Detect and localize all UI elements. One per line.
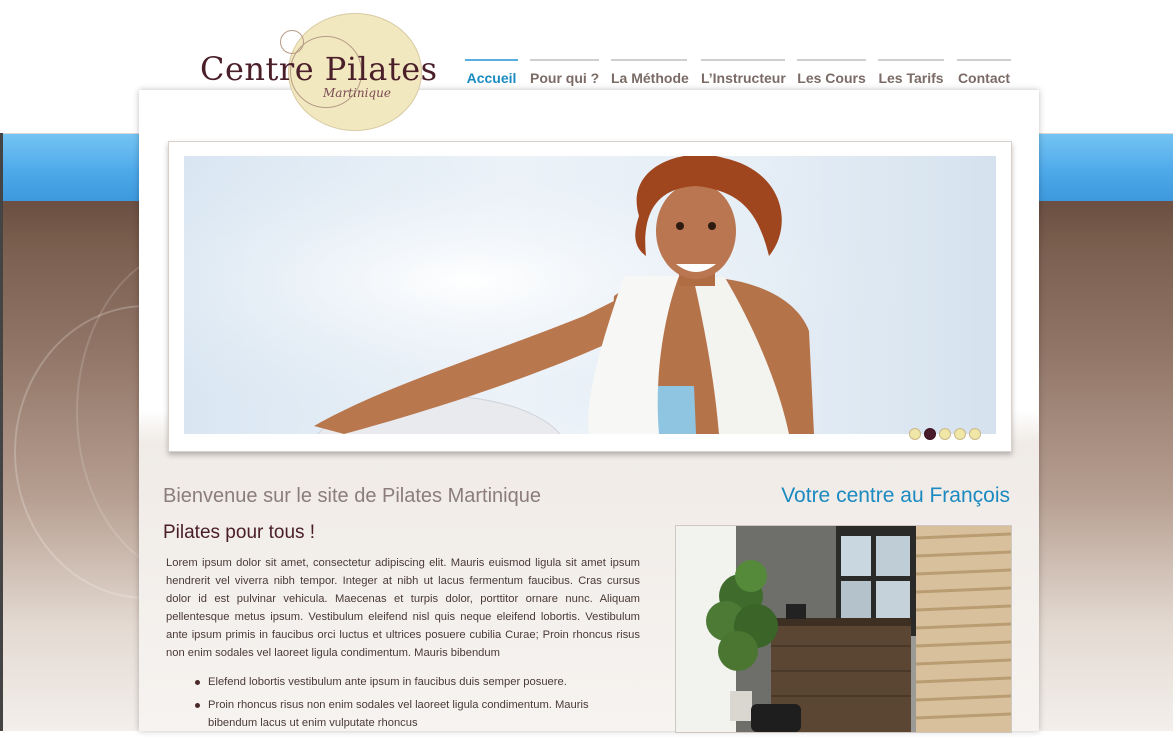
page-title: Bienvenue sur le site de Pilates Martini… <box>163 485 541 507</box>
slider-dot-active[interactable] <box>924 428 936 440</box>
nav-item-instructeur[interactable]: L’Instructeur <box>701 59 786 93</box>
logo-title: Centre Pilates <box>200 50 438 88</box>
studio-photo[interactable] <box>675 525 1012 733</box>
slider-dot[interactable] <box>939 428 951 440</box>
woman-with-towel-illustration <box>184 156 996 434</box>
logo-subtitle: Martinique <box>323 86 391 100</box>
feature-list: Elefend lobortis vestibulum ante ipsum i… <box>195 673 635 737</box>
site-logo[interactable]: Centre Pilates Martinique <box>195 10 437 135</box>
window-edge <box>0 133 3 731</box>
list-item: Proin rhoncus risus non enim sodales vel… <box>195 696 635 732</box>
nav-item-contact[interactable]: Contact <box>957 59 1011 93</box>
hero-slider[interactable] <box>168 141 1012 452</box>
nav-item-accueil[interactable]: Accueil <box>465 59 518 93</box>
studio-interior-illustration <box>676 526 1011 732</box>
nav-item-pour-qui[interactable]: Pour qui ? <box>530 59 599 93</box>
slider-pagination <box>906 427 981 445</box>
slider-dot[interactable] <box>909 428 921 440</box>
nav-item-la-methode[interactable]: La Méthode <box>611 59 689 93</box>
slider-dot[interactable] <box>969 428 981 440</box>
intro-paragraph: Lorem ipsum dolor sit amet, consectetur … <box>166 557 640 659</box>
list-item: Elefend lobortis vestibulum ante ipsum i… <box>195 673 635 691</box>
nav-item-les-cours[interactable]: Les Cours <box>797 59 866 93</box>
nav-item-les-tarifs[interactable]: Les Tarifs <box>878 59 944 93</box>
sidebar-title: Votre centre au François <box>781 484 1010 507</box>
hero-image <box>184 156 996 434</box>
slider-dot[interactable] <box>954 428 966 440</box>
section-heading: Pilates pour tous ! <box>163 522 316 543</box>
